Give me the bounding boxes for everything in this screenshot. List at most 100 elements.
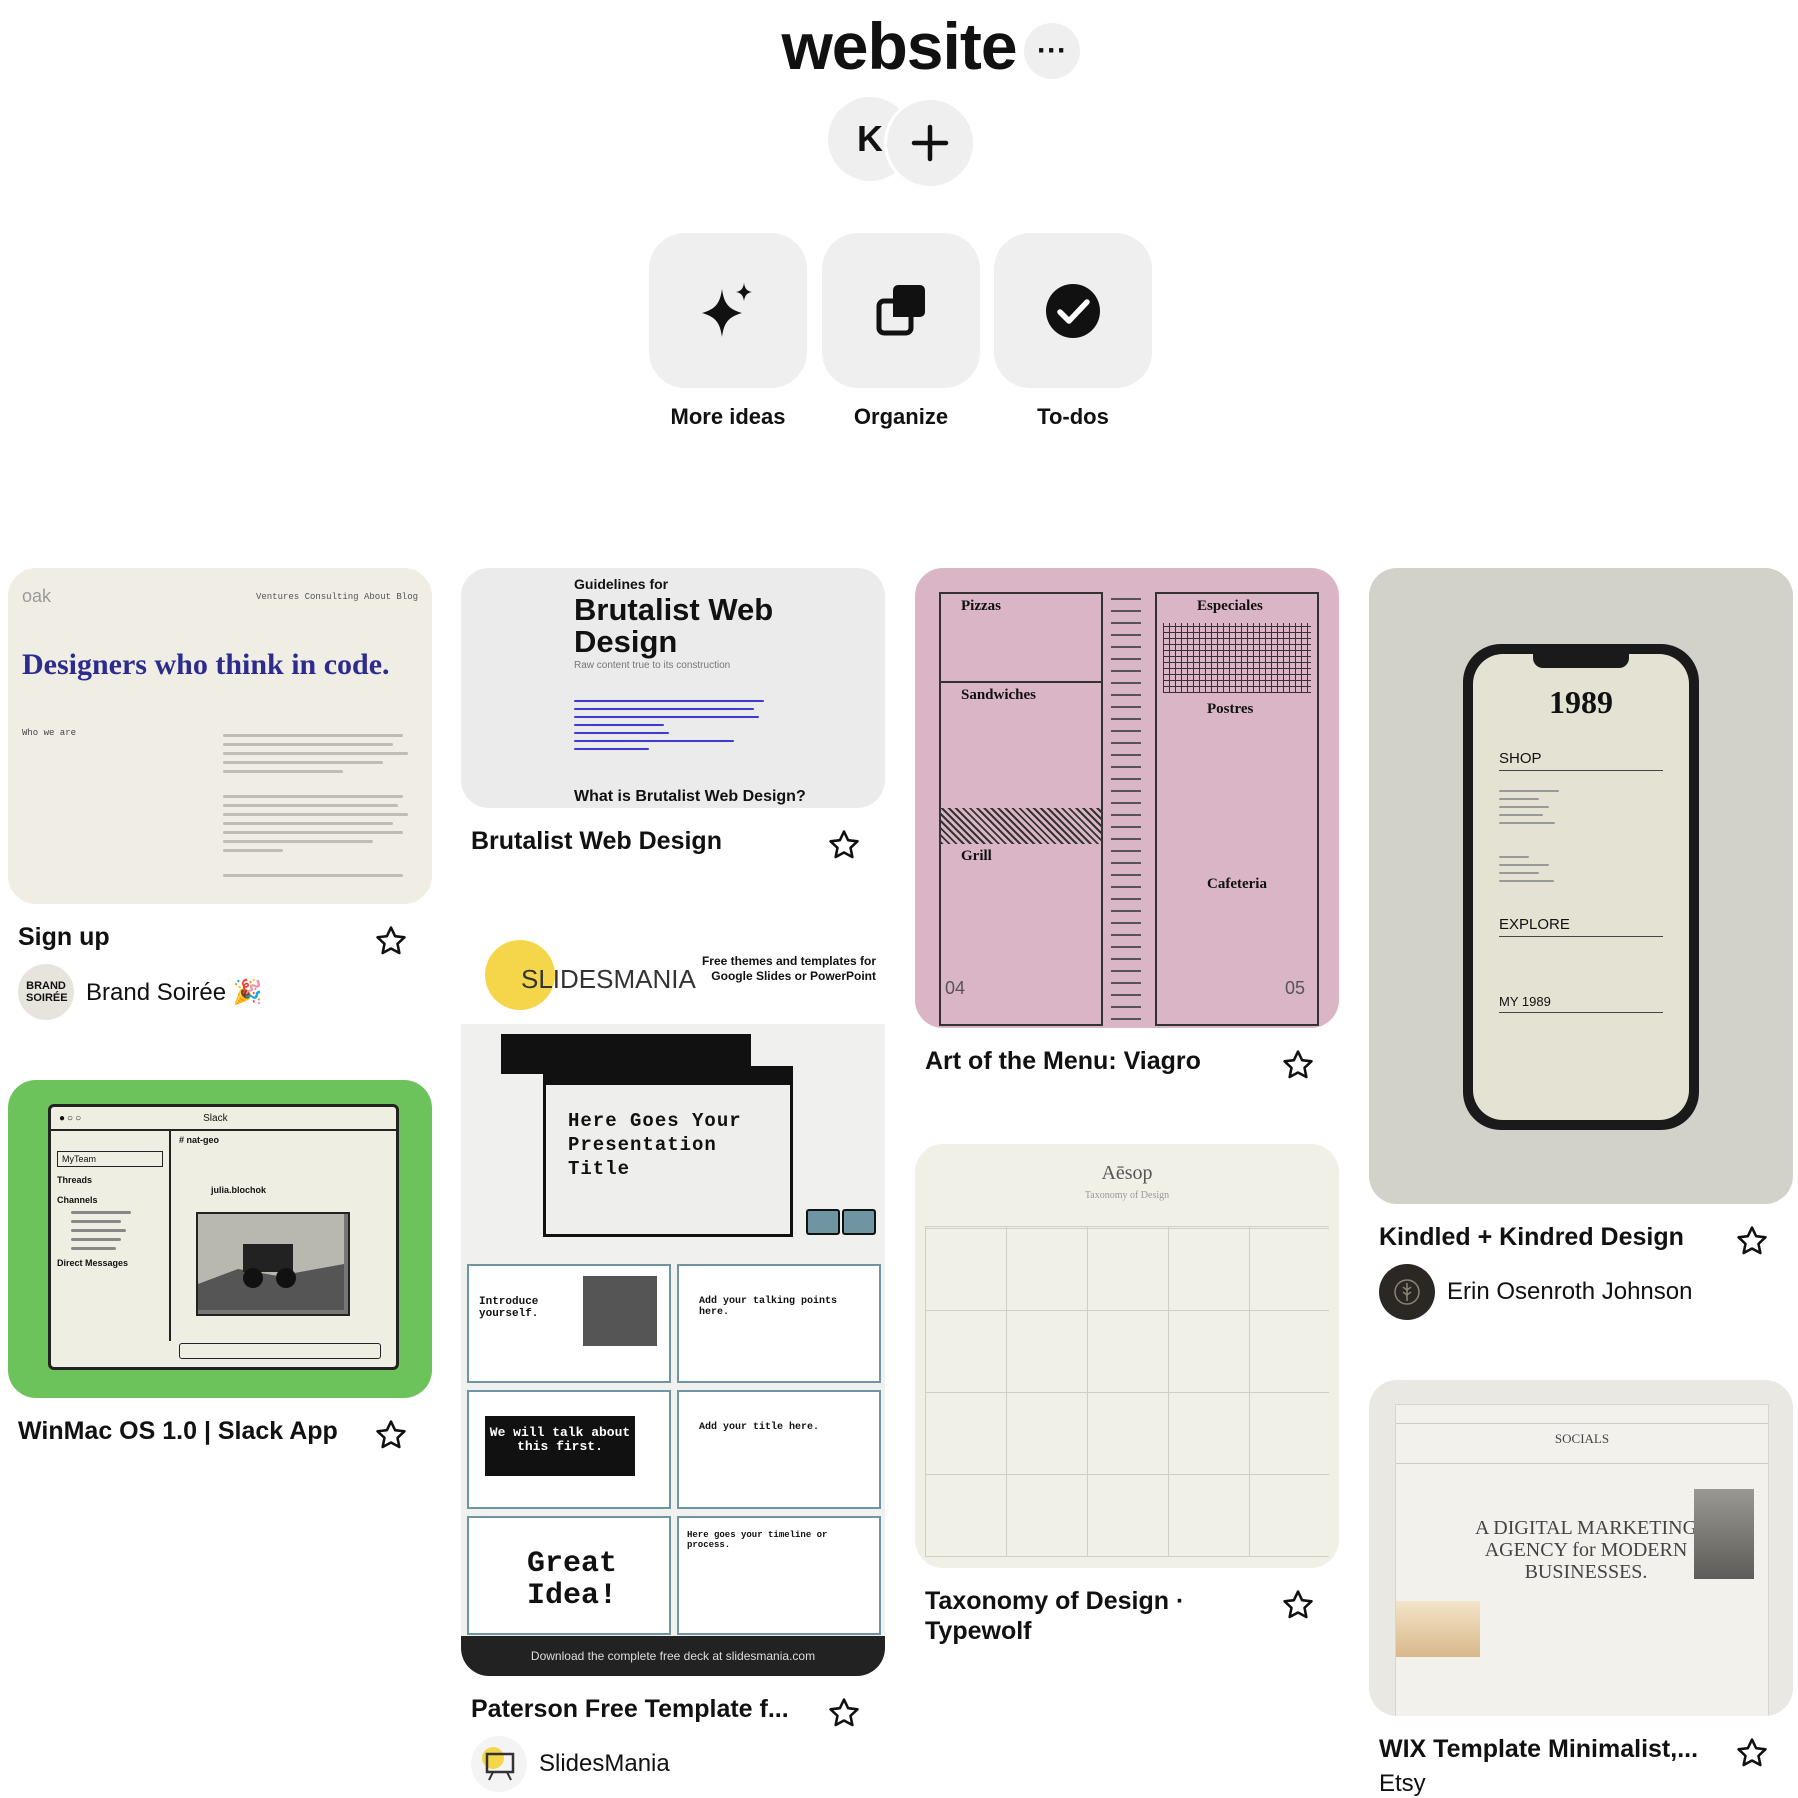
slide-thumb-text: Here goes your timeline or process. bbox=[687, 1530, 828, 1550]
star-icon[interactable] bbox=[374, 1418, 408, 1452]
slack-sidebar: MyTeam Threads Channels Direct Messages bbox=[51, 1131, 171, 1341]
pin-image[interactable]: SLIDESMANIA Free themes and templates fo… bbox=[461, 924, 885, 1676]
pin-title[interactable]: Paterson Free Template f... bbox=[471, 1694, 831, 1724]
pin-kindled-kindred[interactable]: 1989 SHOP EXPLORE MY 1989 Kindled + Kind… bbox=[1369, 568, 1793, 1320]
brutalist-pre: Guidelines for bbox=[574, 576, 669, 592]
slack-channel: # nat-geo bbox=[179, 1135, 220, 1145]
pin-art-of-menu[interactable]: Pizzas Sandwiches Grill Especiales Postr… bbox=[915, 568, 1339, 1079]
oak-nav: Ventures Consulting About Blog bbox=[255, 592, 418, 602]
pin-image[interactable]: 1989 SHOP EXPLORE MY 1989 bbox=[1369, 568, 1793, 1204]
pin-image[interactable]: oak Ventures Consulting About Blog Desig… bbox=[8, 568, 432, 904]
menu-cat-grill: Grill bbox=[961, 848, 992, 864]
wix-portrait bbox=[1694, 1489, 1754, 1579]
pin-title[interactable]: Taxonomy of Design · Typewolf bbox=[925, 1586, 1255, 1646]
slides-main-title: Here Goes Your Presentation Title bbox=[568, 1110, 742, 1180]
phone-shop-list bbox=[1499, 784, 1663, 888]
slide-thumb-text: Add your title here. bbox=[699, 1422, 820, 1433]
board-more-button[interactable]: ··· bbox=[1024, 23, 1080, 79]
pin-image[interactable]: Guidelines for Brutalist Web Design Raw … bbox=[461, 568, 885, 808]
brutalist-headline: Brutalist Web Design bbox=[574, 592, 774, 659]
pin-image[interactable]: Aēsop Taxonomy of Design bbox=[915, 1144, 1339, 1568]
menu-left-panel: Pizzas Sandwiches Grill bbox=[939, 592, 1103, 1026]
pin-owner[interactable]: SlidesMania bbox=[471, 1736, 885, 1792]
board-title: website bbox=[781, 9, 1017, 83]
pin-taxonomy-typewolf[interactable]: Aēsop Taxonomy of Design Taxonomy of Des… bbox=[915, 1144, 1339, 1646]
slides-footer: Download the complete free deck at slide… bbox=[461, 1636, 885, 1676]
brutalist-q: What is Brutalist Web Design? bbox=[574, 788, 806, 805]
oak-headline: Designers who think in code. bbox=[22, 648, 390, 681]
star-icon[interactable] bbox=[827, 828, 861, 862]
todos-label: To-dos bbox=[1037, 404, 1109, 429]
phone-frame: 1989 SHOP EXPLORE MY 1989 bbox=[1463, 644, 1699, 1130]
slide-thumb-4: Add your title here. bbox=[677, 1390, 881, 1509]
slide-thumb-text: Add your talking points here. bbox=[699, 1296, 838, 1318]
pin-title[interactable]: Brutalist Web Design bbox=[471, 826, 811, 856]
folder-icon bbox=[842, 1209, 876, 1235]
star-icon[interactable] bbox=[827, 1696, 861, 1730]
phone-brand: 1989 bbox=[1549, 684, 1613, 720]
menu-right-panel: Especiales Postres Cafeteria bbox=[1155, 592, 1319, 1026]
pin-title[interactable]: WIX Template Minimalist,... bbox=[1379, 1734, 1739, 1764]
wix-socials: SOCIALS bbox=[1554, 1431, 1610, 1446]
pin-sign-up[interactable]: oak Ventures Consulting About Blog Desig… bbox=[8, 568, 432, 1020]
pin-owner[interactable]: Erin Osenroth Johnson bbox=[1379, 1264, 1793, 1320]
pin-wix-template[interactable]: SOCIALS A DIGITAL MARKETING AGENCY for M… bbox=[1369, 1380, 1793, 1798]
phone-screen: 1989 SHOP EXPLORE MY 1989 bbox=[1473, 654, 1689, 1120]
slide-thumb-text: We will talk about this first. bbox=[485, 1416, 635, 1476]
add-collaborator-button[interactable] bbox=[884, 97, 976, 189]
slide-thumb-text: Great Idea! bbox=[526, 1547, 617, 1613]
menu-cat-pizzas: Pizzas bbox=[961, 598, 1001, 614]
pin-title[interactable]: Sign up bbox=[18, 922, 358, 952]
slack-threads: Threads bbox=[57, 1175, 93, 1185]
pin-title[interactable]: WinMac OS 1.0 | Slack App bbox=[18, 1416, 378, 1446]
pin-title[interactable]: Kindled + Kindred Design bbox=[1379, 1222, 1739, 1252]
star-icon[interactable] bbox=[1735, 1224, 1769, 1258]
folder-icon bbox=[806, 1209, 840, 1235]
star-icon[interactable] bbox=[1281, 1588, 1315, 1622]
pin-image[interactable]: SOCIALS A DIGITAL MARKETING AGENCY for M… bbox=[1369, 1380, 1793, 1716]
pin-owner[interactable]: BRAND SOIRÉE Brand Soirée 🎉 bbox=[18, 964, 432, 1020]
menu-cat-postres: Postres bbox=[1207, 701, 1254, 717]
owner-logo-text: BRAND SOIRÉE bbox=[26, 980, 68, 1004]
todos-button[interactable] bbox=[994, 233, 1152, 388]
oak-who: Who we are bbox=[22, 728, 77, 738]
slides-header: SLIDESMANIA Free themes and templates fo… bbox=[461, 924, 885, 1024]
aesop-grid bbox=[925, 1226, 1329, 1557]
more-ideas-button[interactable] bbox=[649, 233, 807, 388]
pin-brutalist[interactable]: Guidelines for Brutalist Web Design Raw … bbox=[461, 568, 885, 859]
star-icon[interactable] bbox=[1735, 1736, 1769, 1770]
pin-title[interactable]: Art of the Menu: Viagro bbox=[925, 1046, 1265, 1076]
slack-dm: Direct Messages bbox=[57, 1258, 129, 1268]
oak-logo: oak bbox=[22, 586, 52, 606]
star-icon[interactable] bbox=[1281, 1048, 1315, 1082]
organize-button[interactable] bbox=[822, 233, 980, 388]
todos-action[interactable]: To-dos bbox=[994, 233, 1152, 430]
pin-paterson-template[interactable]: SLIDESMANIA Free themes and templates fo… bbox=[461, 924, 885, 1792]
slide-thumb-5: Great Idea! bbox=[467, 1516, 671, 1635]
menu-page-left: 04 bbox=[945, 978, 966, 998]
plus-icon bbox=[911, 124, 949, 162]
organize-action[interactable]: Organize bbox=[822, 233, 980, 430]
pin-image[interactable]: Pizzas Sandwiches Grill Especiales Postr… bbox=[915, 568, 1339, 1028]
menu-cat-especiales: Especiales bbox=[1197, 598, 1263, 614]
pin-image[interactable]: ●○○ Slack MyTeam Threads Channels Direct… bbox=[8, 1080, 432, 1398]
wix-cupcake-photo bbox=[1396, 1601, 1480, 1657]
more-ideas-action[interactable]: More ideas bbox=[649, 233, 807, 430]
menu-spine bbox=[1111, 588, 1141, 1028]
slack-window: ●○○ Slack MyTeam Threads Channels Direct… bbox=[48, 1104, 399, 1370]
slides-main-window: Here Goes Your Presentation Title bbox=[543, 1066, 793, 1237]
pin-winmac-slack[interactable]: ●○○ Slack MyTeam Threads Channels Direct… bbox=[8, 1080, 432, 1449]
owner-avatar bbox=[1379, 1264, 1435, 1320]
menu-cat-cafeteria: Cafeteria bbox=[1207, 876, 1267, 892]
aesop-brand: Aēsop bbox=[1101, 1162, 1153, 1184]
star-icon[interactable] bbox=[374, 924, 408, 958]
avatar-initial: K bbox=[857, 118, 883, 159]
slide-thumb-text: Introduce yourself. bbox=[479, 1296, 539, 1320]
aesop-sub: Taxonomy of Design bbox=[1084, 1190, 1170, 1201]
phone-explore: EXPLORE bbox=[1499, 916, 1570, 933]
owner-name: SlidesMania bbox=[539, 1750, 670, 1777]
owner-name: Brand Soirée 🎉 bbox=[86, 978, 263, 1006]
oak-body-text bbox=[223, 728, 413, 883]
slack-channels: Channels bbox=[57, 1195, 98, 1205]
board-header: website bbox=[0, 8, 1798, 88]
